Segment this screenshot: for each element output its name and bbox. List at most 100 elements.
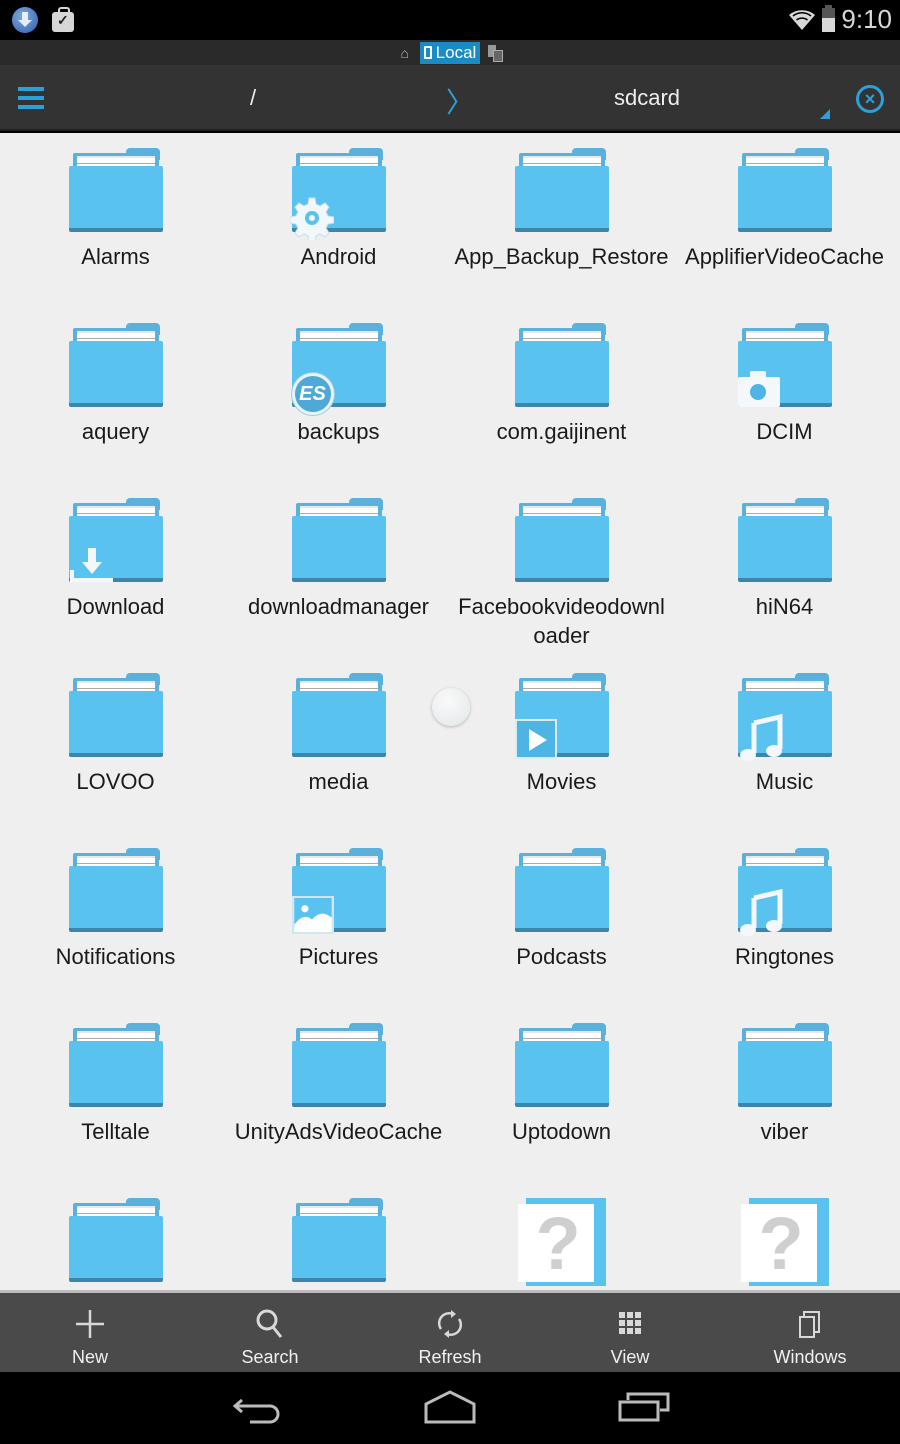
path-dropdown-icon[interactable]: [820, 109, 830, 119]
folder-icon: [291, 848, 386, 934]
search-button[interactable]: Search: [180, 1293, 360, 1372]
folder-item[interactable]: [227, 1195, 450, 1290]
folder-item[interactable]: ES backups: [227, 320, 450, 495]
view-button[interactable]: View: [540, 1293, 720, 1372]
folder-icon: [514, 848, 609, 934]
pull-refresh-indicator: [432, 688, 470, 726]
refresh-label: Refresh: [418, 1347, 482, 1367]
folder-item[interactable]: Pictures: [227, 845, 450, 1020]
folder-item[interactable]: Telltale: [4, 1020, 227, 1195]
location-switcher: ⌂ Local: [0, 40, 900, 65]
folder-item[interactable]: ApplifierVideoCache: [673, 145, 896, 320]
plus-icon: [76, 1310, 104, 1338]
file-grid[interactable]: Alarms Android App_Backup_Restore Applifier…: [0, 133, 900, 1290]
file-name-label: Ringtones: [734, 944, 835, 969]
folder-item[interactable]: Alarms: [4, 145, 227, 320]
home-icon[interactable]: ⌂: [398, 46, 412, 60]
file-name-label: LOVOO: [76, 769, 155, 794]
folder-item[interactable]: Uptodown: [450, 1020, 673, 1195]
folder-item[interactable]: hiN64: [673, 495, 896, 670]
file-name-label: ApplifierVideoCache: [685, 244, 884, 269]
camera-icon: [737, 371, 780, 407]
folder-icon: [68, 848, 163, 934]
file-name-label: App_Backup_Restore: [454, 244, 669, 269]
es-logo-icon: ES: [291, 373, 334, 415]
file-name-label: Podcasts: [516, 944, 607, 969]
folder-item[interactable]: [4, 1195, 227, 1290]
unknown-file-icon: ?: [740, 1198, 829, 1286]
file-name-label: Download: [66, 594, 165, 619]
folder-icon: [737, 323, 832, 409]
search-icon: [256, 1309, 283, 1338]
folder-item[interactable]: Movies: [450, 670, 673, 845]
file-name-label: Pictures: [298, 944, 379, 969]
breadcrumb-root[interactable]: /: [250, 85, 256, 111]
folder-item[interactable]: com.gaijinent: [450, 320, 673, 495]
folder-item[interactable]: DCIM: [673, 320, 896, 495]
folder-item[interactable]: Notifications: [4, 845, 227, 1020]
file-name-label: Telltale: [81, 1119, 150, 1144]
file-name-label: Uptodown: [511, 1119, 612, 1144]
folder-icon: [514, 673, 609, 759]
folder-icon: [514, 498, 609, 584]
folder-item[interactable]: Podcasts: [450, 845, 673, 1020]
search-label: Search: [241, 1347, 299, 1367]
folder-item[interactable]: App_Backup_Restore: [450, 145, 673, 320]
download-notification-icon[interactable]: [12, 7, 38, 33]
refresh-icon: [437, 1310, 463, 1338]
clock: 9:10: [841, 4, 892, 34]
music-note-icon: [738, 713, 784, 763]
briefcase-check-icon[interactable]: [52, 7, 74, 32]
folder-icon: [514, 1023, 609, 1109]
hamburger-menu-icon[interactable]: [18, 87, 44, 109]
folder-icon: [68, 323, 163, 409]
folder-icon: [291, 498, 386, 584]
file-name-label: Notifications: [55, 944, 176, 969]
folder-item[interactable]: Ringtones: [673, 845, 896, 1020]
folder-item[interactable]: Download: [4, 495, 227, 670]
unknown-file-item[interactable]: ?: [673, 1195, 896, 1290]
back-icon[interactable]: [228, 1386, 288, 1430]
wifi-icon: [789, 9, 816, 30]
folder-icon: [514, 148, 609, 234]
folder-icon: [737, 498, 832, 584]
home-icon[interactable]: [420, 1386, 480, 1430]
folder-icon: [289, 148, 386, 243]
folder-icon: [291, 1198, 386, 1284]
file-name-label: UnityAdsVideoCache: [234, 1119, 443, 1144]
file-name-label: hiN64: [755, 594, 814, 619]
folder-item[interactable]: aquery: [4, 320, 227, 495]
unknown-file-icon: ?: [517, 1198, 606, 1286]
breadcrumb-separator-icon: 〉: [446, 87, 475, 118]
unknown-file-item[interactable]: ?: [450, 1195, 673, 1290]
folder-icon: [68, 673, 163, 759]
gear-icon: [289, 196, 334, 243]
location-local-tab[interactable]: Local: [419, 41, 481, 64]
folder-icon: [68, 1023, 163, 1109]
battery-icon: [822, 4, 836, 32]
new-label: New: [71, 1347, 108, 1367]
folder-item[interactable]: media: [227, 670, 450, 845]
breadcrumb-current[interactable]: sdcard: [614, 85, 680, 111]
folder-item[interactable]: LOVOO: [4, 670, 227, 845]
windows-button[interactable]: Windows: [720, 1293, 900, 1372]
folder-item[interactable]: Facebookvideodownloader: [450, 495, 673, 670]
folder-item[interactable]: viber: [673, 1020, 896, 1195]
location-local-label: Local: [435, 42, 477, 62]
new-button[interactable]: New: [0, 1293, 180, 1372]
folder-item[interactable]: Music: [673, 670, 896, 845]
close-circle-icon[interactable]: ×: [856, 85, 884, 113]
download-icon: [69, 544, 115, 584]
folder-icon: [68, 1198, 163, 1284]
refresh-button[interactable]: Refresh: [360, 1293, 540, 1372]
windows-label: Windows: [773, 1347, 847, 1367]
folder-item[interactable]: Android: [227, 145, 450, 320]
network-icon[interactable]: [488, 45, 504, 62]
file-name-label: downloadmanager: [247, 594, 430, 619]
phone-icon: [423, 46, 432, 59]
file-name-label: Music: [755, 769, 814, 794]
folder-item[interactable]: UnityAdsVideoCache: [227, 1020, 450, 1195]
folder-item[interactable]: downloadmanager: [227, 495, 450, 670]
folder-icon: ES: [291, 323, 386, 415]
recent-apps-icon[interactable]: [614, 1386, 674, 1430]
